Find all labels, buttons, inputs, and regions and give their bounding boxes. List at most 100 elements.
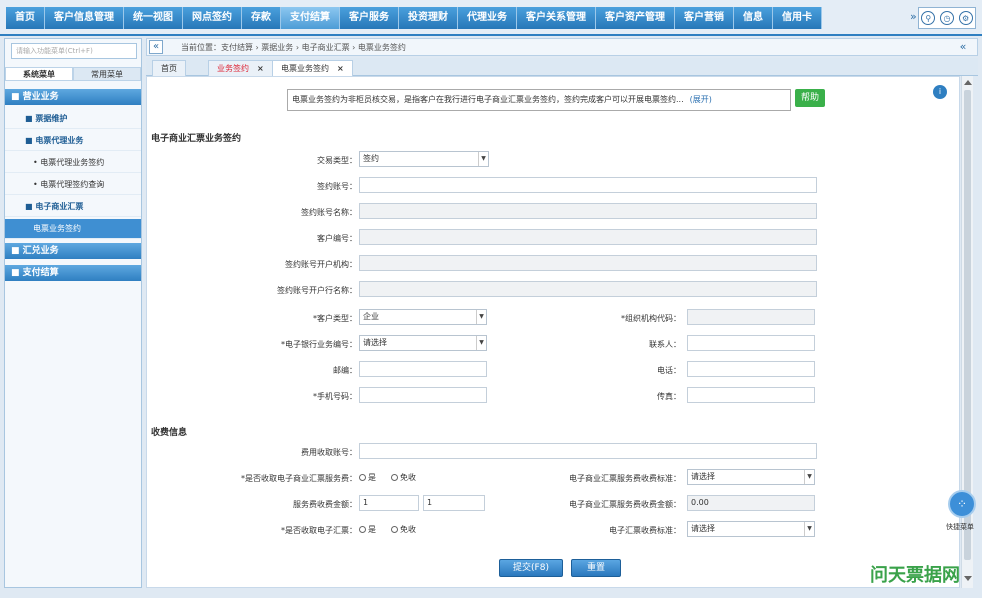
org-code-label: *组织机构代码： bbox=[621, 314, 681, 323]
tab-common-menu[interactable]: 常用菜单 bbox=[73, 67, 141, 81]
contact-input[interactable] bbox=[687, 335, 815, 351]
notice-expand-link[interactable]: (展开) bbox=[690, 95, 712, 104]
nav-item-agency[interactable]: 代理业务 bbox=[458, 7, 517, 29]
cust-type-label: *客户类型： bbox=[313, 314, 357, 323]
fee-amount-select[interactable]: 请选择 ▼ bbox=[687, 469, 815, 485]
fee-count-label: 服务费收费金额： bbox=[293, 500, 357, 509]
fee-total-input[interactable]: 0.00 bbox=[687, 495, 815, 511]
section-title-sign: 电子商业汇票业务签约 bbox=[151, 134, 242, 144]
fee-flag-yes-radio[interactable]: 是 bbox=[359, 472, 376, 483]
acct-no-input[interactable] bbox=[359, 177, 817, 193]
search-icon[interactable]: ⚲ bbox=[921, 11, 936, 25]
menu-search-input[interactable]: 请输入功能菜单(Ctrl+F) bbox=[11, 43, 137, 59]
cust-no-input[interactable] bbox=[359, 229, 817, 245]
postcode-label: 邮编： bbox=[333, 366, 357, 375]
nav-item-customer-service[interactable]: 客户服务 bbox=[340, 7, 399, 29]
tab-business-sign[interactable]: 业务签约 × bbox=[208, 60, 273, 76]
nav-item-asset-mgmt[interactable]: 客户资产管理 bbox=[596, 7, 675, 29]
bank-no-select[interactable]: 请选择 ▼ bbox=[359, 335, 487, 351]
reset-button[interactable]: 重置 bbox=[571, 559, 621, 577]
nav-item-home[interactable]: 首页 bbox=[6, 7, 45, 29]
notice-box: 电票业务签约为非柜员核交易，是指客户在我行进行电子商业汇票业务签约，签约完成客户… bbox=[287, 89, 791, 111]
scroll-up-icon[interactable] bbox=[964, 80, 972, 85]
page-tabs: 首页 业务签约 × 电票业务签约 × bbox=[146, 58, 978, 76]
sidebar-item-bill-maint[interactable]: ■ 票据维护 bbox=[5, 109, 141, 129]
close-icon[interactable]: × bbox=[257, 64, 264, 73]
open-org-input[interactable] bbox=[359, 255, 817, 271]
select-value: 请选择 bbox=[691, 472, 715, 481]
fee-count-input-b[interactable]: 1 bbox=[423, 495, 485, 511]
cust-no-label: 客户编号： bbox=[317, 234, 357, 243]
fee-flag-no-radio[interactable]: 免收 bbox=[391, 472, 416, 483]
fee-acct-input[interactable] bbox=[359, 443, 817, 459]
radio-dot bbox=[359, 526, 366, 533]
radio-label: 免收 bbox=[400, 473, 416, 482]
radio-dot bbox=[391, 474, 398, 481]
sidebar-section-remit[interactable]: ■ 汇兑业务 bbox=[5, 243, 141, 259]
fee-count-input-a[interactable]: 1 bbox=[359, 495, 419, 511]
nav-item-investment[interactable]: 投资理财 bbox=[399, 7, 458, 29]
cust-type-select[interactable]: 企业 ▼ bbox=[359, 309, 487, 325]
sidebar-item-ecommercial-draft[interactable]: ■ 电子商业汇票 bbox=[5, 197, 141, 217]
fee-flag2-yes-radio[interactable]: 是 bbox=[359, 524, 376, 535]
close-icon[interactable]: × bbox=[337, 64, 344, 73]
nav-item-info[interactable]: 信息 bbox=[734, 7, 773, 29]
sidebar-item-agency-query[interactable]: • 电票代理签约查询 bbox=[5, 175, 141, 195]
open-org-label: 签约账号开户机构： bbox=[285, 260, 357, 269]
sidebar-item-ebill-agency[interactable]: ■ 电票代理业务 bbox=[5, 131, 141, 151]
open-bank-input[interactable] bbox=[359, 281, 817, 297]
quick-menu-icon[interactable]: ⁘ bbox=[948, 490, 976, 518]
sidebar-tabs: 系统菜单 常用菜单 bbox=[5, 67, 141, 81]
mobile-input[interactable] bbox=[359, 387, 487, 403]
nav-item-marketing[interactable]: 客户营销 bbox=[675, 7, 734, 29]
trade-type-label: 交易类型： bbox=[317, 156, 357, 165]
fee-amount-label: 电子商业汇票服务费收费标准： bbox=[569, 474, 681, 483]
scroll-down-icon[interactable] bbox=[964, 576, 972, 581]
select-value: 签约 bbox=[363, 154, 379, 163]
collapse-sidebar-button[interactable]: « bbox=[149, 40, 163, 54]
radio-label: 是 bbox=[368, 525, 376, 534]
trade-type-select[interactable]: 签约 ▼ bbox=[359, 151, 489, 167]
sidebar-item-ebill-sign[interactable]: 电票业务签约 bbox=[5, 219, 141, 239]
nav-item-unified-view[interactable]: 统一视图 bbox=[124, 7, 183, 29]
clock-icon[interactable]: ◷ bbox=[939, 11, 954, 25]
radio-label: 免收 bbox=[400, 525, 416, 534]
tab-label: 业务签约 bbox=[217, 64, 249, 73]
breadcrumb: 当前位置：支付结算 › 票据业务 › 电子商业汇票 › 电票业务签约 bbox=[181, 43, 406, 52]
sidebar-section-payment[interactable]: ■ 支付结算 bbox=[5, 265, 141, 281]
nav-item-crm[interactable]: 客户关系管理 bbox=[517, 7, 596, 29]
watermark: 问天票据网 bbox=[870, 565, 960, 586]
fee-std-select[interactable]: 请选择 ▼ bbox=[687, 521, 815, 537]
nav-item-payment-settlement[interactable]: 支付结算 bbox=[281, 7, 340, 29]
gear-icon[interactable]: ⚙ bbox=[958, 11, 973, 25]
fee-flag2-no-radio[interactable]: 免收 bbox=[391, 524, 416, 535]
nav-more-arrow[interactable]: » bbox=[910, 10, 917, 23]
nav-item-deposit[interactable]: 存款 bbox=[242, 7, 281, 29]
acct-name-input[interactable] bbox=[359, 203, 817, 219]
nav-item-customer-info[interactable]: 客户信息管理 bbox=[45, 7, 124, 29]
chevron-down-icon: ▼ bbox=[476, 336, 486, 350]
submit-button[interactable]: 提交(F8) bbox=[499, 559, 563, 577]
select-value: 请选择 bbox=[363, 338, 387, 347]
sidebar-section-business[interactable]: ■ 营业业务 bbox=[5, 89, 141, 105]
info-icon[interactable]: i bbox=[933, 85, 947, 99]
fax-label: 传真： bbox=[657, 392, 681, 401]
fee-flag-label: *是否收取电子商业汇票服务费： bbox=[241, 474, 357, 483]
postcode-input[interactable] bbox=[359, 361, 487, 377]
phone-input[interactable] bbox=[687, 361, 815, 377]
main-content: 电票业务签约为非柜员核交易，是指客户在我行进行电子商业汇票业务签约，签约完成客户… bbox=[146, 76, 960, 588]
fee-flag2-label: *是否收取电子汇票： bbox=[281, 526, 357, 535]
org-code-input[interactable] bbox=[687, 309, 815, 325]
open-bank-label: 签约账号开户行名称： bbox=[277, 286, 357, 295]
fax-input[interactable] bbox=[687, 387, 815, 403]
nav-item-branch-sign[interactable]: 网点签约 bbox=[183, 7, 242, 29]
sidebar-item-agency-sign[interactable]: • 电票代理业务签约 bbox=[5, 153, 141, 173]
collapse-right-button[interactable]: « bbox=[955, 40, 971, 54]
tab-home[interactable]: 首页 bbox=[152, 60, 186, 76]
tab-system-menu[interactable]: 系统菜单 bbox=[5, 67, 73, 81]
tab-ebill-sign[interactable]: 电票业务签约 × bbox=[272, 60, 353, 76]
tab-label: 首页 bbox=[161, 64, 177, 73]
nav-item-credit-card[interactable]: 信用卡 bbox=[773, 7, 822, 29]
phone-label: 电话： bbox=[657, 366, 681, 375]
help-button[interactable]: 帮助 bbox=[795, 89, 825, 107]
